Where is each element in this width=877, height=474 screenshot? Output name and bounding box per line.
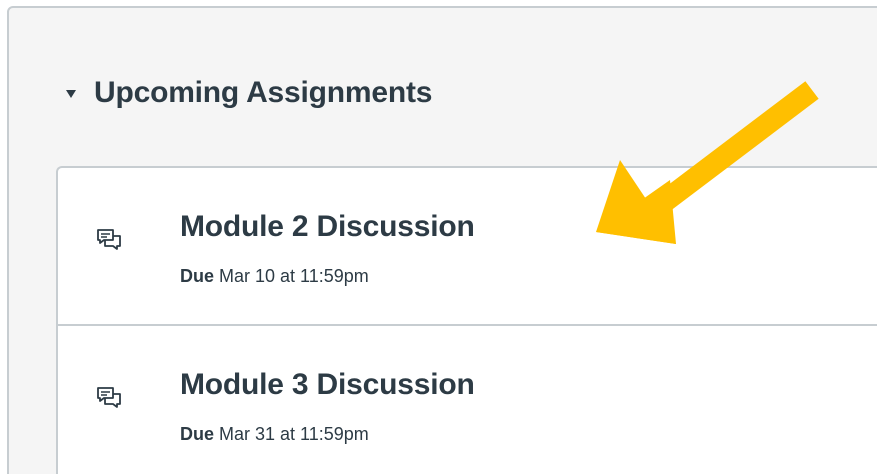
caret-down-icon[interactable] — [66, 90, 76, 98]
due-label: Due — [180, 424, 215, 444]
due-date: Due Mar 10 at 11:59pm — [180, 266, 369, 287]
assignment-list: Module 2 Discussion Due Mar 10 at 11:59pm… — [56, 166, 877, 474]
list-item[interactable]: Module 3 Discussion Due Mar 31 at 11:59pm — [58, 326, 877, 474]
due-date-value: Mar 31 at 11:59pm — [219, 424, 369, 444]
due-date: Due Mar 31 at 11:59pm — [180, 424, 369, 445]
due-label: Due — [180, 266, 215, 286]
section-title: Upcoming Assignments — [94, 76, 433, 109]
upcoming-assignments-toggle[interactable]: Upcoming Assignments — [66, 76, 432, 110]
assignment-title-link[interactable]: Module 3 Discussion — [180, 368, 475, 402]
screenshot: Upcoming Assignments Module 2 Discussion… — [0, 0, 877, 474]
due-date-value: Mar 10 at 11:59pm — [219, 266, 369, 286]
discussion-icon — [97, 229, 121, 250]
assignment-title-link[interactable]: Module 2 Discussion — [180, 210, 475, 244]
list-item[interactable]: Module 2 Discussion Due Mar 10 at 11:59pm — [58, 168, 877, 326]
discussion-icon — [97, 387, 121, 408]
